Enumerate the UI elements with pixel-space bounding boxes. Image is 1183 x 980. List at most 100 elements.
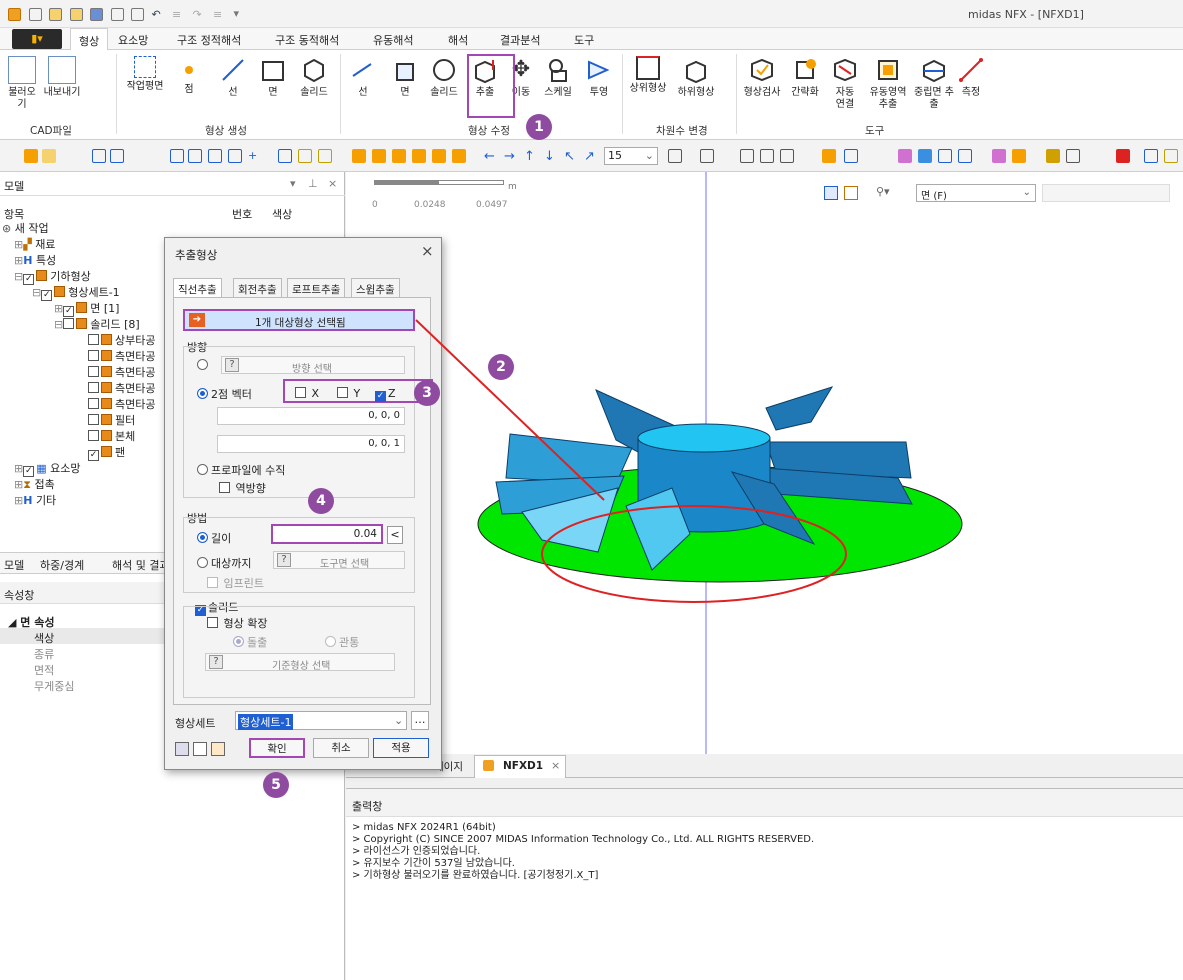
checkbox[interactable] [88, 334, 99, 345]
modify-solid-button[interactable]: 솔리드 [426, 56, 462, 99]
zoom-icon[interactable] [92, 149, 106, 163]
pan-icon[interactable]: + [248, 149, 262, 163]
auto-connect-button[interactable]: 자동 연결 [830, 56, 860, 111]
tree-side-hole[interactable]: 측면타공 [88, 380, 155, 396]
tree-solid[interactable]: ⊟ 솔리드 [8] [54, 316, 140, 332]
view-top-icon[interactable] [452, 149, 466, 163]
view-back-icon[interactable] [392, 149, 406, 163]
ok-button[interactable]: 확인 [249, 738, 305, 758]
grid-icon[interactable] [278, 149, 292, 163]
dialog-tool2-icon[interactable] [193, 742, 207, 756]
tree-mesh[interactable]: ⊞ ✓ ▦ 요소망 [14, 460, 81, 477]
tree-other[interactable]: ⊞H 기타 [14, 492, 56, 508]
checkbox[interactable] [88, 366, 99, 377]
3d-viewport[interactable]: m 0 0.0248 0.0497 ⚲▾ 면 (F) ⌄ [346, 172, 1183, 754]
length-pick-button[interactable]: < [387, 526, 403, 544]
menu-mesh[interactable]: 요소망 [118, 32, 148, 48]
radio-profile-normal[interactable]: 프로파일에 수직 [197, 462, 285, 478]
rotate-icon[interactable] [208, 149, 222, 163]
radio-through[interactable]: 관통 [325, 634, 359, 650]
modify-line-button[interactable]: 선 [348, 56, 378, 99]
display-mode-icon[interactable] [668, 149, 682, 163]
shape-set-select[interactable]: 형상세트-1 ⌄ [235, 711, 407, 730]
tab-load-boundary[interactable]: 하중/경계 [40, 557, 84, 573]
misc-icon[interactable] [1164, 149, 1178, 163]
checkbox[interactable] [88, 350, 99, 361]
tree-side-hole[interactable]: 측면타공 [88, 364, 155, 380]
open-folder-icon[interactable] [49, 7, 62, 21]
checkbox[interactable] [88, 414, 99, 425]
menu-geometry[interactable]: 형상 [70, 28, 109, 51]
axis-icon[interactable] [298, 149, 312, 163]
check-reverse[interactable]: 역방향 [219, 480, 266, 496]
tree-top-hole[interactable]: 상부타공 [88, 332, 155, 348]
import-cad-button[interactable]: 불러오기 [4, 56, 40, 111]
axis2-icon[interactable] [318, 149, 332, 163]
customize-icon[interactable]: ▾ [234, 7, 240, 20]
hide-icon[interactable] [822, 149, 836, 163]
view-right-icon[interactable] [432, 149, 446, 163]
tab-model[interactable]: 모델 [4, 557, 24, 573]
mesh-display-icon[interactable] [898, 149, 912, 163]
zoom-fit-icon[interactable] [170, 149, 184, 163]
nfxd1-tab[interactable]: NFXD1 × [474, 755, 566, 778]
apply-button[interactable]: 적용 [373, 738, 429, 758]
tree-shape-set[interactable]: ⊟ ✓ 형상세트-1 [32, 284, 120, 301]
scale-button[interactable]: 스케일 [540, 56, 576, 99]
point-button[interactable]: 점 [174, 56, 204, 96]
snap-icon[interactable] [1046, 149, 1060, 163]
arrow-ur-icon[interactable]: ↗ [584, 149, 598, 164]
undo-icon[interactable]: ↶ [152, 8, 165, 21]
import-icon[interactable] [110, 7, 124, 21]
check-imprint[interactable]: 임프린트 [207, 575, 264, 591]
measure-button[interactable]: 측정 [956, 56, 986, 99]
check-x[interactable]: X [295, 387, 319, 400]
tree-fan[interactable]: ✓ 팬 [88, 444, 125, 461]
pin-icon[interactable]: ⊥ [308, 177, 318, 190]
redo-list-icon[interactable]: ≡ [213, 8, 226, 21]
redo-icon[interactable]: ↷ [193, 8, 206, 21]
menu-analysis[interactable]: 해석 [448, 32, 468, 48]
simplify-button[interactable]: 간략화 [788, 56, 822, 99]
tab-analysis-results[interactable]: 해석 및 결과 [112, 557, 170, 573]
arrow-ul-icon[interactable]: ↖ [564, 149, 578, 164]
menu-cfd[interactable]: 유동해석 [373, 32, 413, 48]
mesh-shrink-icon[interactable] [918, 149, 932, 163]
radio-dir-select[interactable] [197, 359, 211, 372]
face-button[interactable]: 면 [258, 56, 288, 99]
shape-set-more-button[interactable]: … [411, 711, 429, 730]
tree-geometry[interactable]: ⊟ ✓ 기하형상 [14, 268, 91, 285]
export-cad-button[interactable]: 내보내기 [40, 56, 84, 99]
menu-static[interactable]: 구조 정적해석 [177, 32, 241, 48]
check-extend[interactable]: 형상 확장 [207, 615, 267, 631]
tree-side-hole[interactable]: 측면타공 [88, 348, 155, 364]
tool-face-field[interactable]: ? 도구면 선택 [273, 551, 405, 570]
geometry-check-button[interactable]: 형상검사 [740, 56, 784, 99]
layer-icon[interactable] [1144, 149, 1158, 163]
save-icon[interactable] [90, 7, 103, 21]
checkbox[interactable]: ✓ [41, 290, 53, 301]
workplane-button[interactable]: 작업평면 [120, 56, 170, 93]
dir-select-field[interactable]: ? 방향 선택 [221, 356, 405, 375]
ref-shape-field[interactable]: ? 기준형상 선택 [205, 653, 395, 672]
radio-two-point[interactable]: 2점 벡터 [197, 386, 252, 402]
label-icon[interactable] [958, 149, 972, 163]
dialog-close-icon[interactable]: × [421, 242, 434, 260]
view-front-icon[interactable] [372, 149, 386, 163]
radio-length[interactable]: 길이 [197, 530, 231, 546]
view-left-icon[interactable] [412, 149, 426, 163]
checkbox[interactable] [88, 382, 99, 393]
menu-dynamic[interactable]: 구조 동적해석 [275, 32, 339, 48]
section-icon[interactable] [780, 149, 794, 163]
project-button[interactable]: 투영 [584, 56, 614, 99]
length-input[interactable]: 0.04 [271, 524, 383, 544]
zoom-window-icon[interactable] [110, 149, 124, 163]
checkbox[interactable] [88, 430, 99, 441]
export-icon[interactable] [131, 7, 144, 21]
checkbox[interactable] [88, 398, 99, 409]
close-icon[interactable]: × [328, 177, 337, 190]
tree-side-hole[interactable]: 측면타공 [88, 396, 155, 412]
zoom-out-icon[interactable] [188, 149, 202, 163]
menu-results[interactable]: 결과분석 [500, 32, 540, 48]
snap2-icon[interactable] [1066, 149, 1080, 163]
